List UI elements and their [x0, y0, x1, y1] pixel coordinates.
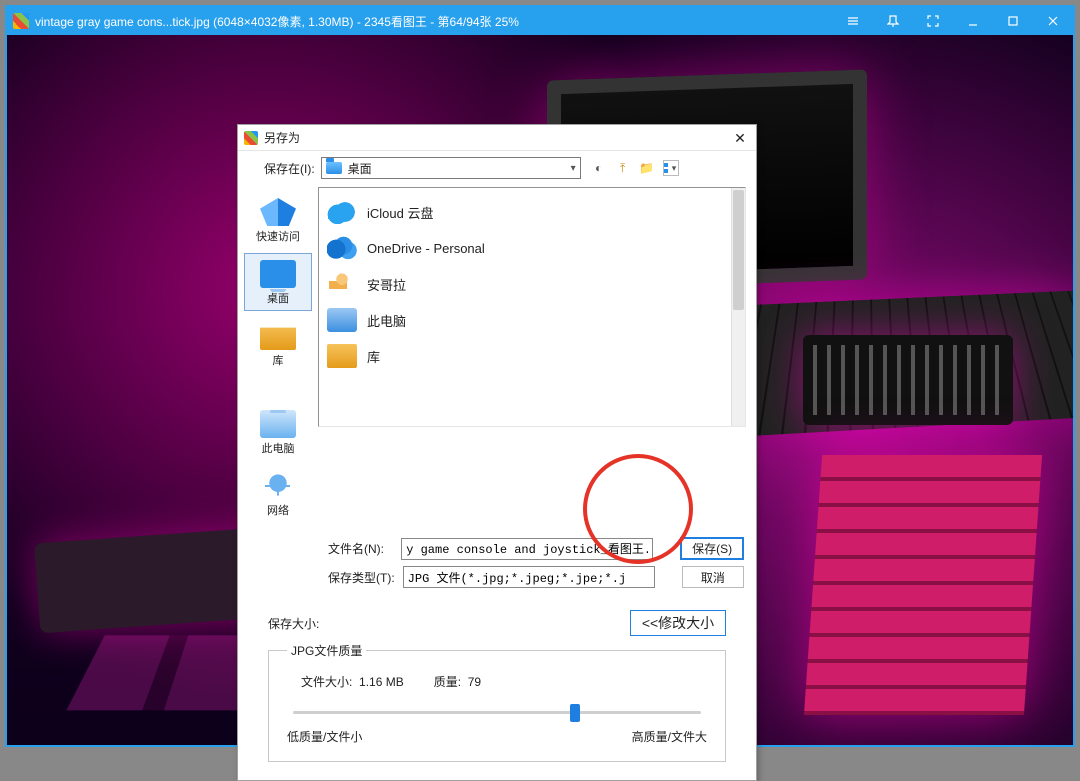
slider-low-label: 低质量/文件小: [287, 728, 362, 745]
slider-track: [293, 711, 701, 714]
menu-icon[interactable]: [833, 7, 873, 35]
filetype-dropdown[interactable]: [403, 566, 655, 588]
onedrive-icon: [327, 236, 357, 260]
scrollbar-thumb[interactable]: [733, 190, 744, 310]
app-icon: [244, 131, 258, 145]
window-title: vintage gray game cons...tick.jpg (6048×…: [35, 13, 519, 30]
background-shape: [803, 335, 1013, 425]
location-dropdown[interactable]: 桌面 ▾: [321, 157, 581, 179]
list-item[interactable]: iCloud 云盘: [323, 194, 741, 230]
dialog-title: 另存为: [264, 129, 300, 146]
save-button[interactable]: 保存(S): [680, 537, 744, 560]
back-icon[interactable]: ◐: [591, 160, 607, 176]
filename-label: 文件名(N):: [328, 540, 393, 557]
sidebar-item-libraries[interactable]: 库: [244, 315, 312, 373]
view-mode-dropdown[interactable]: ▾: [663, 160, 679, 176]
close-icon[interactable]: [1033, 7, 1073, 35]
jpg-quality-group: JPG文件质量 文件大小: 1.16 MB 质量: 79 低质量/文件小 高质量…: [268, 642, 726, 762]
save-size-label: 保存大小:: [268, 615, 319, 632]
folder-icon: [326, 162, 342, 174]
app-icon: [13, 13, 29, 29]
sidebar-item-desktop[interactable]: 桌面: [244, 253, 312, 311]
location-toolbar: ◐ ⤒ 📁 ▾: [591, 160, 679, 176]
thispc-icon: [260, 410, 296, 438]
list-item[interactable]: 此电脑: [323, 302, 741, 338]
folder-icon: [327, 344, 357, 368]
sidebar-item-quickaccess[interactable]: 快速访问: [244, 191, 312, 249]
save-as-dialog: 另存为 ✕ 保存在(I): 桌面 ▾ ◐ ⤒ 📁 ▾ 快速访问 桌面 库 此电脑…: [237, 124, 757, 781]
maximize-icon[interactable]: [993, 7, 1033, 35]
up-icon[interactable]: ⤒: [615, 160, 631, 176]
quickaccess-icon: [260, 198, 296, 226]
quality-legend: JPG文件质量: [287, 642, 366, 659]
desktop-icon: [260, 260, 296, 288]
dialog-close-icon[interactable]: ✕: [730, 131, 750, 145]
slider-thumb[interactable]: [570, 704, 580, 722]
cancel-button[interactable]: 取消: [682, 566, 744, 588]
sidebar-item-network[interactable]: 网络: [244, 465, 312, 523]
chevron-down-icon: ▾: [571, 163, 576, 174]
network-icon: [260, 472, 296, 500]
viewer-titlebar[interactable]: vintage gray game cons...tick.jpg (6048×…: [7, 7, 1073, 35]
list-item[interactable]: OneDrive - Personal: [323, 230, 741, 266]
new-folder-icon[interactable]: 📁: [639, 160, 655, 176]
background-shape: [804, 455, 1042, 715]
filetype-label: 保存类型(T):: [328, 569, 395, 586]
libraries-icon: [260, 322, 296, 350]
quality-slider[interactable]: [293, 702, 701, 722]
cloud-icon: [327, 200, 357, 224]
thispc-icon: [327, 308, 357, 332]
user-folder-icon: [327, 272, 357, 296]
quality-readout: 质量: 79: [434, 673, 481, 690]
fullscreen-icon[interactable]: [913, 7, 953, 35]
filename-input[interactable]: [401, 538, 653, 560]
scrollbar[interactable]: [731, 188, 745, 426]
minimize-icon[interactable]: [953, 7, 993, 35]
pin-icon[interactable]: [873, 7, 913, 35]
list-item[interactable]: 安哥拉: [323, 266, 741, 302]
list-item[interactable]: 库: [323, 338, 741, 374]
file-list-area[interactable]: iCloud 云盘 OneDrive - Personal 安哥拉 此电脑 库: [318, 187, 746, 427]
places-sidebar: 快速访问 桌面 库 此电脑 网络: [238, 185, 318, 529]
sidebar-item-thispc[interactable]: 此电脑: [244, 377, 312, 461]
slider-high-label: 高质量/文件大: [632, 728, 707, 745]
dialog-titlebar[interactable]: 另存为 ✕: [238, 125, 756, 151]
resize-button[interactable]: <<修改大小: [630, 610, 726, 636]
location-label: 保存在(I):: [264, 160, 315, 177]
filesize-readout: 文件大小: 1.16 MB: [301, 673, 404, 690]
location-value: 桌面: [348, 160, 372, 177]
